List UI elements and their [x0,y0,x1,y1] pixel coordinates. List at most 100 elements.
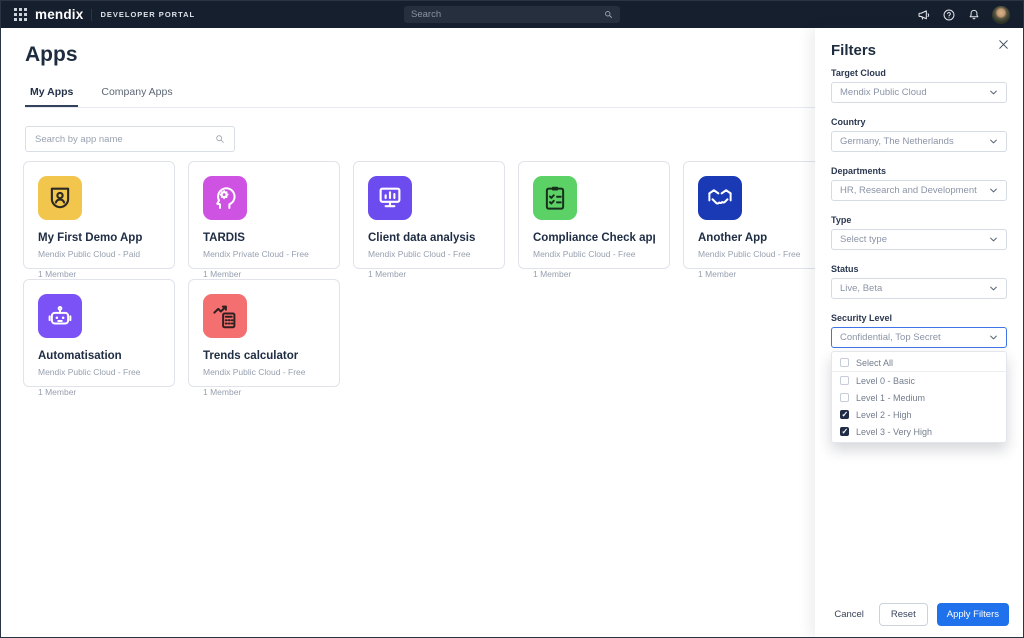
filters-panel: Filters Target Cloud Mendix Public Cloud… [815,28,1023,637]
app-card[interactable]: Compliance Check app Mendix Public Cloud… [518,161,670,269]
filter-field-label: Type [831,215,1007,225]
app-card[interactable]: My First Demo App Mendix Public Cloud - … [23,161,175,269]
filter-fields: Target Cloud Mendix Public Cloud Country… [831,68,1007,348]
filter-select[interactable]: Confidential, Top Secret [831,327,1007,348]
app-card[interactable]: Automatisation Mendix Public Cloud - Fre… [23,279,175,387]
chevron-down-icon [989,137,998,146]
topbar-divider [91,9,92,21]
cancel-button[interactable]: Cancel [828,605,870,624]
filter-select-value: Mendix Public Cloud [840,87,989,98]
app-cloud-label: Mendix Public Cloud - Free [533,249,655,259]
app-cloud-label: Mendix Public Cloud - Free [698,249,820,259]
app-cloud-label: Mendix Public Cloud - Paid [38,249,160,259]
filter-select-value: Confidential, Top Secret [840,332,989,343]
reset-button[interactable]: Reset [879,603,928,626]
checkbox-icon[interactable] [840,410,849,419]
chevron-down-icon [989,88,998,97]
dropdown-option[interactable]: Level 0 - Basic [832,372,1006,389]
dropdown-option[interactable]: Level 3 - Very High [832,423,1006,440]
app-card[interactable]: Trends calculator Mendix Public Cloud - … [188,279,340,387]
topbar-actions [917,6,1023,24]
filter-field-label: Target Cloud [831,68,1007,78]
filter-field-type: Type Select type [831,215,1007,250]
filter-field-label: Departments [831,166,1007,176]
filter-field-country: Country Germany, The Netherlands [831,117,1007,152]
app-members-label: 1 Member [38,269,160,279]
app-cloud-label: Mendix Public Cloud - Free [38,367,160,377]
filter-field-status: Status Live, Beta [831,264,1007,299]
user-avatar[interactable] [992,6,1010,24]
search-icon [604,10,613,19]
portal-label: DEVELOPER PORTAL [100,10,195,19]
app-search-input[interactable] [35,134,215,145]
megaphone-icon[interactable] [917,8,931,22]
app-members-label: 1 Member [38,387,160,397]
filter-field-label: Security Level [831,313,1007,323]
dropdown-option-label: Select All [856,358,893,368]
topbar-brand-group: mendix DEVELOPER PORTAL [1,7,195,22]
dropdown-option[interactable]: Select All [832,354,1006,372]
app-name: Client data analysis [368,232,490,244]
checkbox-icon[interactable] [840,376,849,385]
chevron-down-icon [989,186,998,195]
app-name: Compliance Check app [533,232,655,244]
filters-footer: Cancel Reset Apply Filters [828,603,1009,626]
filter-select[interactable]: HR, Research and Development [831,180,1007,201]
app-cloud-label: Mendix Private Cloud - Free [203,249,325,259]
app-members-label: 1 Member [698,269,820,279]
topbar: mendix DEVELOPER PORTAL [1,1,1023,28]
filter-field-target-cloud: Target Cloud Mendix Public Cloud [831,68,1007,103]
filter-select[interactable]: Select type [831,229,1007,250]
checklist-icon [533,176,577,220]
app-members-label: 1 Member [203,387,325,397]
handshake-icon [698,176,742,220]
robot-icon [38,294,82,338]
checkbox-icon[interactable] [840,393,849,402]
filter-select-value: HR, Research and Development [840,185,989,196]
app-name: My First Demo App [38,232,160,244]
waffle-menu-icon[interactable] [14,8,27,21]
dropdown-option[interactable]: Level 1 - Medium [832,389,1006,406]
dropdown-option-label: Level 0 - Basic [856,376,915,386]
app-cloud-label: Mendix Public Cloud - Free [368,249,490,259]
filters-title: Filters [831,42,1007,59]
tab-company-apps[interactable]: Company Apps [96,82,177,107]
checkbox-icon[interactable] [840,427,849,436]
global-search[interactable] [404,6,620,23]
filter-field-security-level: Security Level Confidential, Top Secret … [831,313,1007,348]
app-card[interactable]: Client data analysis Mendix Public Cloud… [353,161,505,269]
close-icon[interactable] [997,38,1010,51]
notifications-icon[interactable] [967,8,981,22]
calculator-trend-icon [203,294,247,338]
app-search[interactable] [25,126,235,152]
app-name: Another App [698,232,820,244]
app-members-label: 1 Member [368,269,490,279]
filter-select[interactable]: Mendix Public Cloud [831,82,1007,103]
filter-select-value: Live, Beta [840,283,989,294]
dropdown-option[interactable]: Level 2 - High [832,406,1006,423]
app-name: TARDIS [203,232,325,244]
app-window: mendix DEVELOPER PORTAL Apps My AppsComp… [0,0,1024,638]
filter-field-label: Country [831,117,1007,127]
search-icon [215,134,225,144]
app-card[interactable]: TARDIS Mendix Private Cloud - Free 1 Mem… [188,161,340,269]
mendix-logo[interactable]: mendix [35,7,83,22]
global-search-input[interactable] [411,9,604,20]
app-name: Automatisation [38,350,160,362]
dropdown-option-label: Level 1 - Medium [856,393,925,403]
monitor-chart-icon [368,176,412,220]
tab-my-apps[interactable]: My Apps [25,82,78,107]
checkbox-icon[interactable] [840,358,849,367]
help-icon[interactable] [942,8,956,22]
chevron-down-icon [989,284,998,293]
filter-select[interactable]: Live, Beta [831,278,1007,299]
filter-select-value: Select type [840,234,989,245]
security-level-dropdown: Select All Level 0 - Basic Level 1 - Med… [831,351,1007,443]
filter-field-label: Status [831,264,1007,274]
head-gear-icon [203,176,247,220]
chevron-down-icon [989,333,998,342]
filter-select[interactable]: Germany, The Netherlands [831,131,1007,152]
badge-user-icon [38,176,82,220]
app-card[interactable]: Another App Mendix Public Cloud - Free 1… [683,161,835,269]
apply-filters-button[interactable]: Apply Filters [937,603,1009,626]
